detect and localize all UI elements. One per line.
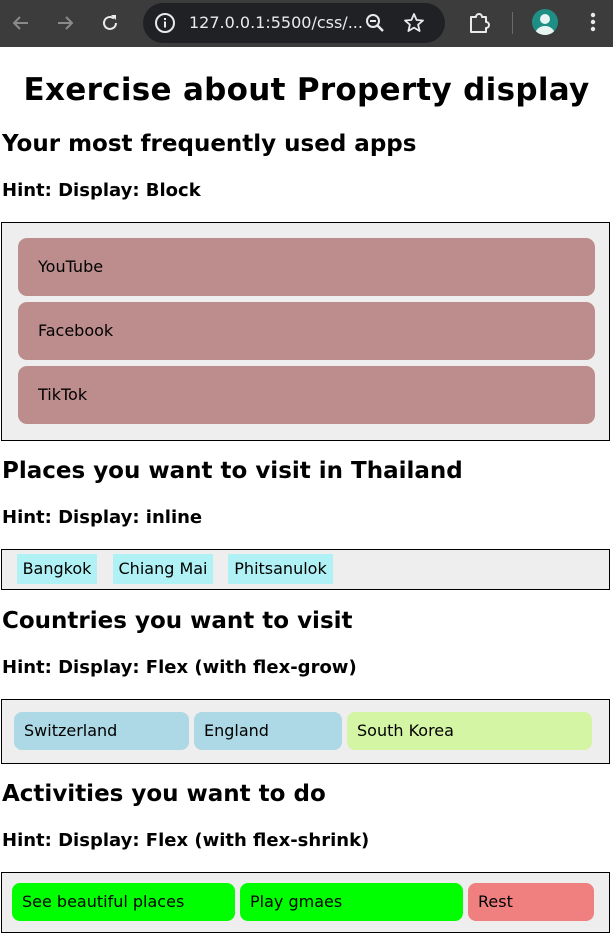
activity-item-play-games: Play gmaes — [240, 883, 463, 921]
profile-avatar[interactable] — [532, 9, 558, 35]
bookmark-star-icon[interactable] — [402, 11, 426, 35]
app-item-facebook: Facebook — [18, 302, 595, 360]
place-item-chiang-mai: Chiang Mai — [113, 554, 213, 584]
thailand-container: Bangkok Chiang Mai Phitsanulok — [1, 549, 610, 590]
section-heading-activities: Activities you want to do — [2, 781, 326, 807]
url-text[interactable]: 127.0.0.1:5500/css/... — [189, 3, 363, 43]
site-info-icon[interactable] — [153, 11, 177, 35]
toolbar-divider — [512, 12, 513, 34]
section-heading-thailand: Places you want to visit in Thailand — [2, 458, 463, 484]
country-item-switzerland: Switzerland — [14, 712, 189, 750]
reload-button[interactable] — [95, 8, 125, 38]
reload-icon — [103, 15, 117, 30]
section-hint-apps: Hint: Display: Block — [2, 180, 201, 201]
section-hint-thailand: Hint: Display: inline — [2, 507, 203, 528]
app-item-tiktok: TikTok — [18, 366, 595, 424]
extensions-puzzle-icon[interactable] — [466, 9, 492, 35]
arrow-left-icon — [12, 16, 28, 30]
place-item-bangkok: Bangkok — [17, 554, 97, 584]
person-icon — [535, 14, 555, 35]
countries-container: Switzerland England South Korea — [1, 699, 610, 764]
country-item-england: England — [194, 712, 342, 750]
back-button[interactable] — [6, 8, 36, 38]
kebab-menu-icon[interactable] — [583, 9, 603, 35]
page-title: Exercise about Property display — [23, 72, 590, 108]
country-item-south-korea: South Korea — [347, 712, 592, 750]
section-heading-apps: Your most frequently used apps — [2, 131, 417, 157]
arrow-right-icon — [58, 16, 74, 30]
browser-toolbar: 127.0.0.1:5500/css/... — [0, 0, 613, 47]
activity-item-see-places: See beautiful places — [12, 883, 235, 921]
address-bar[interactable]: 127.0.0.1:5500/css/... — [143, 3, 445, 43]
activities-container: See beautiful places Play gmaes Rest — [1, 872, 610, 933]
section-heading-countries: Countries you want to visit — [2, 608, 353, 634]
place-item-phitsanulok: Phitsanulok — [228, 554, 333, 584]
forward-button[interactable] — [50, 8, 80, 38]
app-item-youtube: YouTube — [18, 238, 595, 296]
section-hint-activities: Hint: Display: Flex (with flex-shrink) — [2, 830, 370, 851]
apps-container: YouTube Facebook TikTok — [1, 222, 610, 441]
section-hint-countries: Hint: Display: Flex (with flex-grow) — [2, 657, 357, 678]
zoom-icon[interactable] — [363, 11, 387, 35]
activity-item-rest: Rest — [468, 883, 594, 921]
